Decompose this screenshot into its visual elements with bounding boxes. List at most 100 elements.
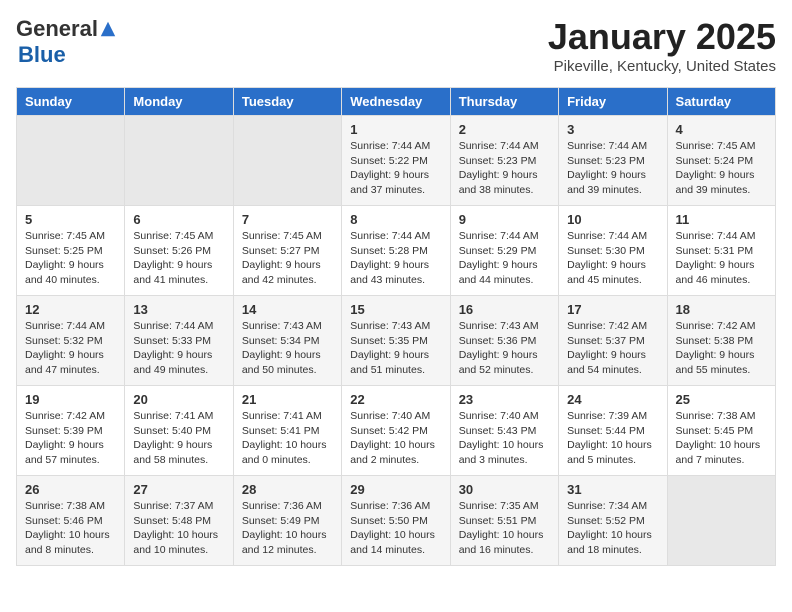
- day-info: Sunrise: 7:43 AM Sunset: 5:36 PM Dayligh…: [459, 319, 550, 378]
- logo-general-text: General: [16, 16, 98, 42]
- day-info: Sunrise: 7:38 AM Sunset: 5:45 PM Dayligh…: [676, 409, 767, 468]
- day-number: 10: [567, 212, 658, 227]
- day-info: Sunrise: 7:45 AM Sunset: 5:25 PM Dayligh…: [25, 229, 116, 288]
- calendar-week-row: 19 Sunrise: 7:42 AM Sunset: 5:39 PM Dayli…: [17, 386, 776, 476]
- day-number: 14: [242, 302, 333, 317]
- calendar-cell: 31 Sunrise: 7:34 AM Sunset: 5:52 PM Dayli…: [559, 476, 667, 566]
- day-of-week-header: Tuesday: [233, 88, 341, 116]
- day-number: 30: [459, 482, 550, 497]
- calendar-cell: 6 Sunrise: 7:45 AM Sunset: 5:26 PM Daylig…: [125, 206, 233, 296]
- day-info: Sunrise: 7:36 AM Sunset: 5:50 PM Dayligh…: [350, 499, 441, 558]
- day-number: 5: [25, 212, 116, 227]
- calendar-cell: [667, 476, 775, 566]
- logo-icon: [99, 20, 117, 38]
- day-info: Sunrise: 7:44 AM Sunset: 5:30 PM Dayligh…: [567, 229, 658, 288]
- day-number: 12: [25, 302, 116, 317]
- day-number: 23: [459, 392, 550, 407]
- day-number: 2: [459, 122, 550, 137]
- day-info: Sunrise: 7:34 AM Sunset: 5:52 PM Dayligh…: [567, 499, 658, 558]
- day-number: 31: [567, 482, 658, 497]
- calendar-cell: 19 Sunrise: 7:42 AM Sunset: 5:39 PM Dayli…: [17, 386, 125, 476]
- calendar-cell: [233, 116, 341, 206]
- day-number: 11: [676, 212, 767, 227]
- calendar-cell: 24 Sunrise: 7:39 AM Sunset: 5:44 PM Dayli…: [559, 386, 667, 476]
- calendar-cell: 21 Sunrise: 7:41 AM Sunset: 5:41 PM Dayli…: [233, 386, 341, 476]
- day-info: Sunrise: 7:41 AM Sunset: 5:41 PM Dayligh…: [242, 409, 333, 468]
- day-info: Sunrise: 7:44 AM Sunset: 5:32 PM Dayligh…: [25, 319, 116, 378]
- day-info: Sunrise: 7:42 AM Sunset: 5:39 PM Dayligh…: [25, 409, 116, 468]
- day-number: 21: [242, 392, 333, 407]
- day-number: 3: [567, 122, 658, 137]
- day-number: 28: [242, 482, 333, 497]
- calendar-cell: 28 Sunrise: 7:36 AM Sunset: 5:49 PM Dayli…: [233, 476, 341, 566]
- day-info: Sunrise: 7:43 AM Sunset: 5:34 PM Dayligh…: [242, 319, 333, 378]
- calendar-cell: 25 Sunrise: 7:38 AM Sunset: 5:45 PM Dayli…: [667, 386, 775, 476]
- day-info: Sunrise: 7:45 AM Sunset: 5:24 PM Dayligh…: [676, 139, 767, 198]
- day-number: 29: [350, 482, 441, 497]
- day-number: 22: [350, 392, 441, 407]
- calendar-cell: 3Sunrise: 7:44 AM Sunset: 5:23 PM Daylig…: [559, 116, 667, 206]
- calendar-cell: 13 Sunrise: 7:44 AM Sunset: 5:33 PM Dayli…: [125, 296, 233, 386]
- day-info: Sunrise: 7:39 AM Sunset: 5:44 PM Dayligh…: [567, 409, 658, 468]
- day-of-week-header: Friday: [559, 88, 667, 116]
- calendar-cell: 16Sunrise: 7:43 AM Sunset: 5:36 PM Dayli…: [450, 296, 558, 386]
- calendar-cell: 20 Sunrise: 7:41 AM Sunset: 5:40 PM Dayli…: [125, 386, 233, 476]
- page-header: General Blue January 2025 Pikeville, Ken…: [16, 16, 776, 75]
- calendar-cell: 8Sunrise: 7:44 AM Sunset: 5:28 PM Daylig…: [342, 206, 450, 296]
- day-number: 19: [25, 392, 116, 407]
- day-of-week-header: Monday: [125, 88, 233, 116]
- day-of-week-header: Sunday: [17, 88, 125, 116]
- day-number: 4: [676, 122, 767, 137]
- calendar-cell: 9 Sunrise: 7:44 AM Sunset: 5:29 PM Daylig…: [450, 206, 558, 296]
- title-block: January 2025 Pikeville, Kentucky, United…: [548, 16, 776, 75]
- day-info: Sunrise: 7:44 AM Sunset: 5:31 PM Dayligh…: [676, 229, 767, 288]
- day-info: Sunrise: 7:44 AM Sunset: 5:33 PM Dayligh…: [133, 319, 224, 378]
- calendar-cell: 7Sunrise: 7:45 AM Sunset: 5:27 PM Daylig…: [233, 206, 341, 296]
- calendar-week-row: 1Sunrise: 7:44 AM Sunset: 5:22 PM Daylig…: [17, 116, 776, 206]
- day-info: Sunrise: 7:44 AM Sunset: 5:28 PM Dayligh…: [350, 229, 441, 288]
- day-number: 6: [133, 212, 224, 227]
- calendar-cell: 14 Sunrise: 7:43 AM Sunset: 5:34 PM Dayli…: [233, 296, 341, 386]
- day-number: 7: [242, 212, 333, 227]
- day-info: Sunrise: 7:44 AM Sunset: 5:23 PM Dayligh…: [459, 139, 550, 198]
- calendar-cell: 23 Sunrise: 7:40 AM Sunset: 5:43 PM Dayli…: [450, 386, 558, 476]
- calendar-cell: 26Sunrise: 7:38 AM Sunset: 5:46 PM Dayli…: [17, 476, 125, 566]
- calendar-cell: 15 Sunrise: 7:43 AM Sunset: 5:35 PM Dayli…: [342, 296, 450, 386]
- calendar-subtitle: Pikeville, Kentucky, United States: [548, 58, 776, 75]
- day-info: Sunrise: 7:41 AM Sunset: 5:40 PM Dayligh…: [133, 409, 224, 468]
- calendar-cell: 17 Sunrise: 7:42 AM Sunset: 5:37 PM Dayli…: [559, 296, 667, 386]
- day-info: Sunrise: 7:40 AM Sunset: 5:43 PM Dayligh…: [459, 409, 550, 468]
- day-of-week-header: Thursday: [450, 88, 558, 116]
- day-number: 15: [350, 302, 441, 317]
- calendar-title: January 2025: [548, 16, 776, 58]
- logo-blue-text: Blue: [18, 42, 66, 67]
- calendar-cell: 22Sunrise: 7:40 AM Sunset: 5:42 PM Dayli…: [342, 386, 450, 476]
- calendar-cell: [17, 116, 125, 206]
- header-row: SundayMondayTuesdayWednesdayThursdayFrid…: [17, 88, 776, 116]
- day-number: 13: [133, 302, 224, 317]
- day-info: Sunrise: 7:36 AM Sunset: 5:49 PM Dayligh…: [242, 499, 333, 558]
- calendar-table: SundayMondayTuesdayWednesdayThursdayFrid…: [16, 87, 776, 566]
- calendar-week-row: 26Sunrise: 7:38 AM Sunset: 5:46 PM Dayli…: [17, 476, 776, 566]
- day-info: Sunrise: 7:35 AM Sunset: 5:51 PM Dayligh…: [459, 499, 550, 558]
- day-number: 26: [25, 482, 116, 497]
- day-info: Sunrise: 7:42 AM Sunset: 5:38 PM Dayligh…: [676, 319, 767, 378]
- day-info: Sunrise: 7:42 AM Sunset: 5:37 PM Dayligh…: [567, 319, 658, 378]
- day-number: 25: [676, 392, 767, 407]
- calendar-cell: 18Sunrise: 7:42 AM Sunset: 5:38 PM Dayli…: [667, 296, 775, 386]
- calendar-cell: 5 Sunrise: 7:45 AM Sunset: 5:25 PM Daylig…: [17, 206, 125, 296]
- day-number: 24: [567, 392, 658, 407]
- calendar-cell: [125, 116, 233, 206]
- calendar-cell: 1Sunrise: 7:44 AM Sunset: 5:22 PM Daylig…: [342, 116, 450, 206]
- calendar-cell: 2 Sunrise: 7:44 AM Sunset: 5:23 PM Daylig…: [450, 116, 558, 206]
- calendar-cell: 11 Sunrise: 7:44 AM Sunset: 5:31 PM Dayli…: [667, 206, 775, 296]
- day-number: 27: [133, 482, 224, 497]
- calendar-cell: 10 Sunrise: 7:44 AM Sunset: 5:30 PM Dayli…: [559, 206, 667, 296]
- day-info: Sunrise: 7:43 AM Sunset: 5:35 PM Dayligh…: [350, 319, 441, 378]
- calendar-cell: 29 Sunrise: 7:36 AM Sunset: 5:50 PM Dayli…: [342, 476, 450, 566]
- day-number: 9: [459, 212, 550, 227]
- day-info: Sunrise: 7:45 AM Sunset: 5:26 PM Dayligh…: [133, 229, 224, 288]
- day-number: 17: [567, 302, 658, 317]
- day-number: 20: [133, 392, 224, 407]
- day-info: Sunrise: 7:44 AM Sunset: 5:29 PM Dayligh…: [459, 229, 550, 288]
